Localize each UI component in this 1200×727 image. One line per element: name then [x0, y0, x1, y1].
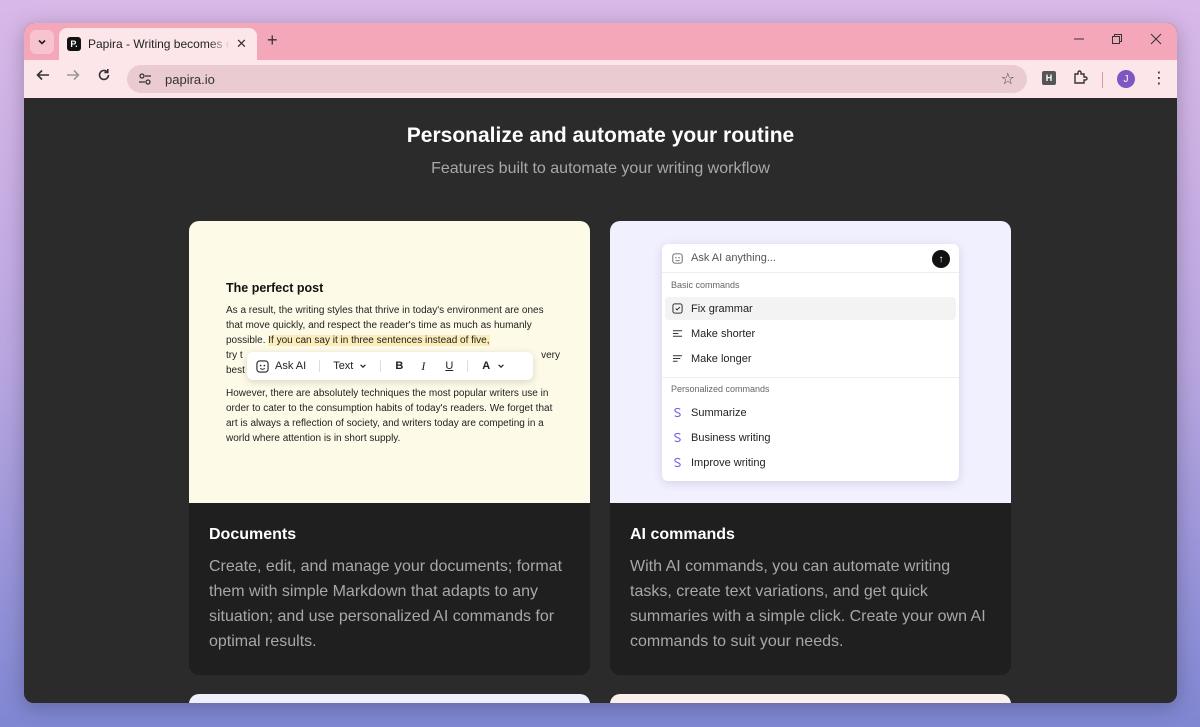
- command-label: Fix grammar: [691, 302, 753, 315]
- ai-commands-card: Ask AI anything... ↑ Basic commands Fix …: [610, 221, 1011, 675]
- chevron-down-icon: [360, 364, 367, 369]
- command-make-shorter[interactable]: Make shorter: [665, 322, 956, 345]
- forward-arrow-icon[interactable]: [66, 68, 80, 87]
- chevron-down-icon: [498, 364, 505, 369]
- address-bar[interactable]: papira.io ☆: [127, 65, 1027, 93]
- minimize-icon[interactable]: [1073, 32, 1085, 48]
- command-s-icon: [674, 432, 681, 443]
- browser-toolbar: papira.io ☆ H J ⋮: [24, 60, 1177, 98]
- ask-ai-button[interactable]: Ask AI: [256, 359, 307, 373]
- personalized-commands-header: Personalized commands: [671, 384, 770, 394]
- shorten-icon: [672, 330, 683, 337]
- text-color-label: A: [482, 360, 491, 372]
- doc-p1-fragment-end: best: [226, 365, 245, 376]
- text-style-dropdown[interactable]: Text: [333, 360, 367, 372]
- ai-commands-preview: Ask AI anything... ↑ Basic commands Fix …: [610, 221, 1011, 503]
- profile-avatar[interactable]: J: [1117, 70, 1135, 88]
- command-summarize[interactable]: Summarize: [665, 401, 956, 424]
- extensions-puzzle-icon[interactable]: [1072, 69, 1088, 90]
- doc-p1-fragment-left: try t: [226, 350, 243, 361]
- tab-strip: P. Papira - Writing becomes easy with ✕ …: [24, 23, 1177, 60]
- browser-tab[interactable]: P. Papira - Writing becomes easy with ✕: [59, 28, 257, 60]
- command-business-writing[interactable]: Business writing: [665, 426, 956, 449]
- close-tab-icon[interactable]: ✕: [236, 36, 247, 52]
- next-card-left: [189, 694, 590, 703]
- papira-favicon-icon: P.: [67, 37, 81, 51]
- ai-command-menu: Ask AI anything... ↑ Basic commands Fix …: [662, 244, 959, 481]
- card-title: AI commands: [630, 526, 735, 543]
- format-toolbar: Ask AI Text B I U A: [247, 352, 533, 380]
- card-title: Documents: [209, 526, 297, 543]
- section-subtitle: Features built to automate your writing …: [431, 160, 770, 177]
- browser-window: P. Papira - Writing becomes easy with ✕ …: [24, 23, 1177, 703]
- next-card-right: [610, 694, 1011, 703]
- lengthen-icon: [672, 355, 683, 362]
- toolbar-separator: [380, 360, 382, 372]
- bold-button[interactable]: B: [395, 360, 403, 372]
- text-color-dropdown[interactable]: A: [482, 360, 505, 372]
- tab-search-button[interactable]: [30, 30, 54, 54]
- new-tab-button[interactable]: +: [267, 30, 278, 51]
- reload-icon[interactable]: [97, 68, 111, 87]
- doc-heading: The perfect post: [226, 281, 324, 295]
- tab-title: Papira - Writing becomes easy with: [88, 37, 230, 51]
- toolbar-separator: [319, 360, 321, 372]
- menu-divider: [662, 377, 959, 378]
- ai-search-input[interactable]: Ask AI anything... ↑: [662, 244, 959, 273]
- command-label: Make longer: [691, 352, 752, 365]
- toolbar-separator: [467, 360, 469, 372]
- more-menu-icon[interactable]: ⋮: [1151, 68, 1167, 88]
- command-make-longer[interactable]: Make longer: [665, 347, 956, 370]
- ai-face-icon: [672, 252, 683, 264]
- command-label: Make shorter: [691, 327, 756, 340]
- underline-button[interactable]: U: [445, 360, 453, 372]
- ai-face-icon: [256, 359, 269, 373]
- basic-commands-header: Basic commands: [671, 280, 740, 290]
- section-title: Personalize and automate your routine: [406, 124, 795, 147]
- documents-preview: The perfect post As a result, the writin…: [189, 221, 590, 503]
- site-settings-icon[interactable]: [137, 71, 153, 87]
- documents-card: The perfect post As a result, the writin…: [189, 221, 590, 675]
- close-window-icon[interactable]: [1150, 32, 1162, 48]
- back-arrow-icon[interactable]: [36, 68, 50, 87]
- command-fix-grammar[interactable]: Fix grammar: [665, 297, 956, 320]
- command-label: Improve writing: [691, 456, 766, 469]
- ask-ai-label: Ask AI: [275, 360, 307, 372]
- extension-h-icon[interactable]: H: [1042, 71, 1056, 85]
- command-improve-writing[interactable]: Improve writing: [665, 451, 956, 474]
- command-label: Business writing: [691, 431, 771, 444]
- card-description: Create, edit, and manage your documents;…: [209, 558, 563, 650]
- grammar-icon: [672, 303, 683, 314]
- text-style-label: Text: [333, 360, 354, 372]
- card-description: With AI commands, you can automate writi…: [630, 558, 986, 650]
- command-s-icon: [674, 457, 681, 468]
- restore-icon[interactable]: [1111, 32, 1123, 48]
- send-arrow-icon[interactable]: ↑: [932, 250, 950, 268]
- command-s-icon: [674, 407, 681, 418]
- bookmark-star-icon[interactable]: ☆: [1001, 69, 1015, 89]
- chevron-down-icon: [38, 39, 46, 45]
- command-label: Summarize: [691, 406, 747, 419]
- doc-paragraph-2: However, there are absolutely techniques…: [226, 388, 553, 444]
- doc-highlight: If you can say it in three sentences ins…: [268, 335, 490, 346]
- toolbar-divider: [1102, 72, 1103, 88]
- ai-search-placeholder: Ask AI anything...: [691, 252, 776, 264]
- doc-p1-fragment-right: very: [541, 350, 560, 361]
- page-content: Personalize and automate your routine Fe…: [24, 98, 1177, 703]
- italic-button[interactable]: I: [421, 359, 425, 374]
- url-text: papira.io: [165, 71, 215, 87]
